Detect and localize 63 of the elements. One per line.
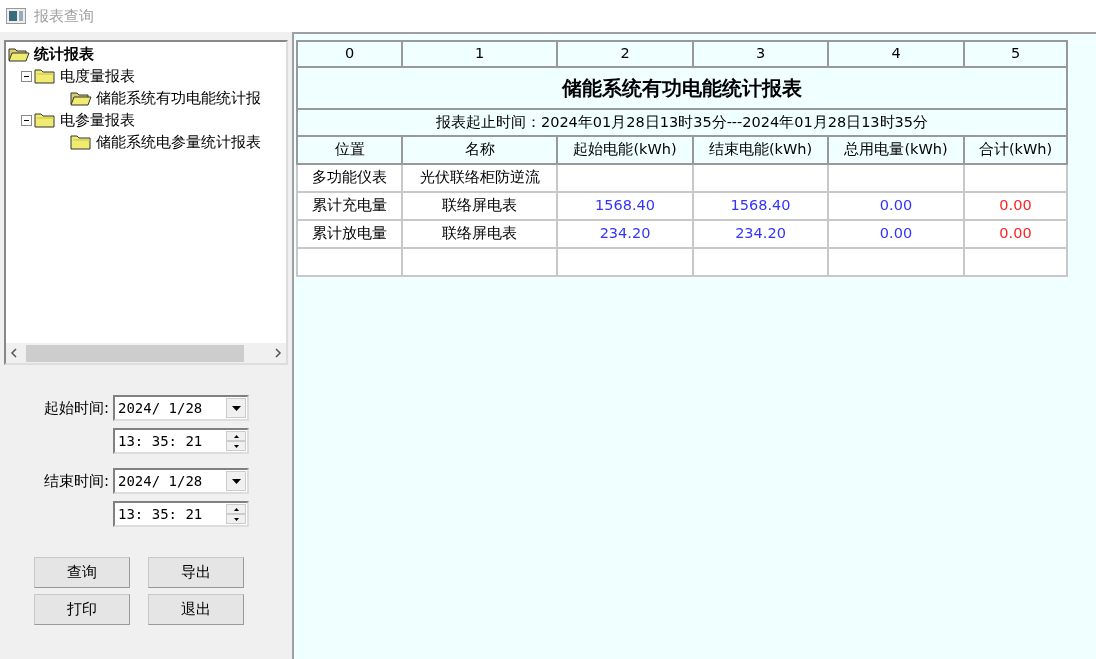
collapse-icon[interactable]: [21, 114, 32, 126]
table-cell: 0.00: [964, 220, 1067, 248]
scrollbar-thumb[interactable]: [26, 344, 244, 362]
tree-item[interactable]: 储能系统电参量统计报表: [96, 130, 261, 154]
up-arrow-icon: [233, 434, 239, 438]
spin-up-button[interactable]: [226, 504, 246, 514]
time-picker[interactable]: 13: 35: 21: [113, 428, 249, 454]
spin-down-button[interactable]: [226, 441, 246, 451]
tree-item[interactable]: 电度量报表: [60, 64, 135, 88]
table-cell: 0.00: [828, 192, 964, 220]
column-header: 起始电能(kWh): [557, 136, 693, 164]
column-header: 总用电量(kWh): [828, 136, 964, 164]
caret-icon: [231, 478, 241, 484]
table-cell: 累计充电量: [297, 192, 402, 220]
folder-icon: [34, 68, 56, 84]
spin-up-button[interactable]: [226, 431, 246, 441]
table-cell: 0.00: [964, 192, 1067, 220]
field-label: 结束时间:: [42, 470, 110, 492]
table-cell: 多功能仪表: [297, 164, 402, 192]
column-number: 2: [557, 41, 693, 67]
table-cell: 234.20: [693, 220, 828, 248]
column-header: 结束电能(kWh): [693, 136, 828, 164]
window-title: 报表查询: [34, 5, 94, 27]
action-button[interactable]: 打印: [34, 594, 130, 625]
table-cell: 联络屏电表: [402, 220, 557, 248]
column-number: 5: [964, 41, 1067, 67]
open-folder-icon: [8, 46, 30, 62]
action-button[interactable]: 查询: [34, 557, 130, 588]
time-picker[interactable]: 13: 35: 21: [113, 501, 249, 527]
date-picker[interactable]: 2024/ 1/28: [113, 395, 249, 421]
tree-item[interactable]: 电参量报表: [60, 108, 135, 132]
app-icon: [6, 8, 26, 24]
column-header: 合计(kWh): [964, 136, 1067, 164]
table-cell: 234.20: [557, 220, 693, 248]
column-header: 名称: [402, 136, 557, 164]
down-arrow-icon: [233, 517, 239, 521]
tree-item[interactable]: 统计报表: [34, 42, 94, 66]
collapse-icon[interactable]: [21, 70, 32, 82]
dropdown-button[interactable]: [226, 471, 246, 491]
up-arrow-icon: [233, 507, 239, 511]
table-cell: 累计放电量: [297, 220, 402, 248]
field-label: 起始时间:: [42, 397, 110, 419]
table-cell: 光伏联络柜防逆流: [402, 164, 557, 192]
column-number: 4: [828, 41, 964, 67]
action-button[interactable]: 导出: [148, 557, 244, 588]
table-cell: 0.00: [828, 220, 964, 248]
folder-icon: [34, 112, 56, 128]
column-number: 3: [693, 41, 828, 67]
spin-down-button[interactable]: [226, 514, 246, 524]
report-title: 储能系统有功电能统计报表: [297, 67, 1067, 109]
table-cell: 联络屏电表: [402, 192, 557, 220]
column-header: 位置: [297, 136, 402, 164]
action-button[interactable]: 退出: [148, 594, 244, 625]
date-picker[interactable]: 2024/ 1/28: [113, 468, 249, 494]
table-cell: 1568.40: [693, 192, 828, 220]
caret-icon: [231, 405, 241, 411]
tree-item[interactable]: 储能系统有功电能统计报: [96, 86, 261, 110]
column-number: 0: [297, 41, 402, 67]
column-number: 1: [402, 41, 557, 67]
down-arrow-icon: [233, 444, 239, 448]
table-cell: 1568.40: [557, 192, 693, 220]
dropdown-button[interactable]: [226, 398, 246, 418]
report-period: 报表起止时间：2024年01月28日13时35分---2024年01月28日13时35分: [297, 109, 1067, 136]
